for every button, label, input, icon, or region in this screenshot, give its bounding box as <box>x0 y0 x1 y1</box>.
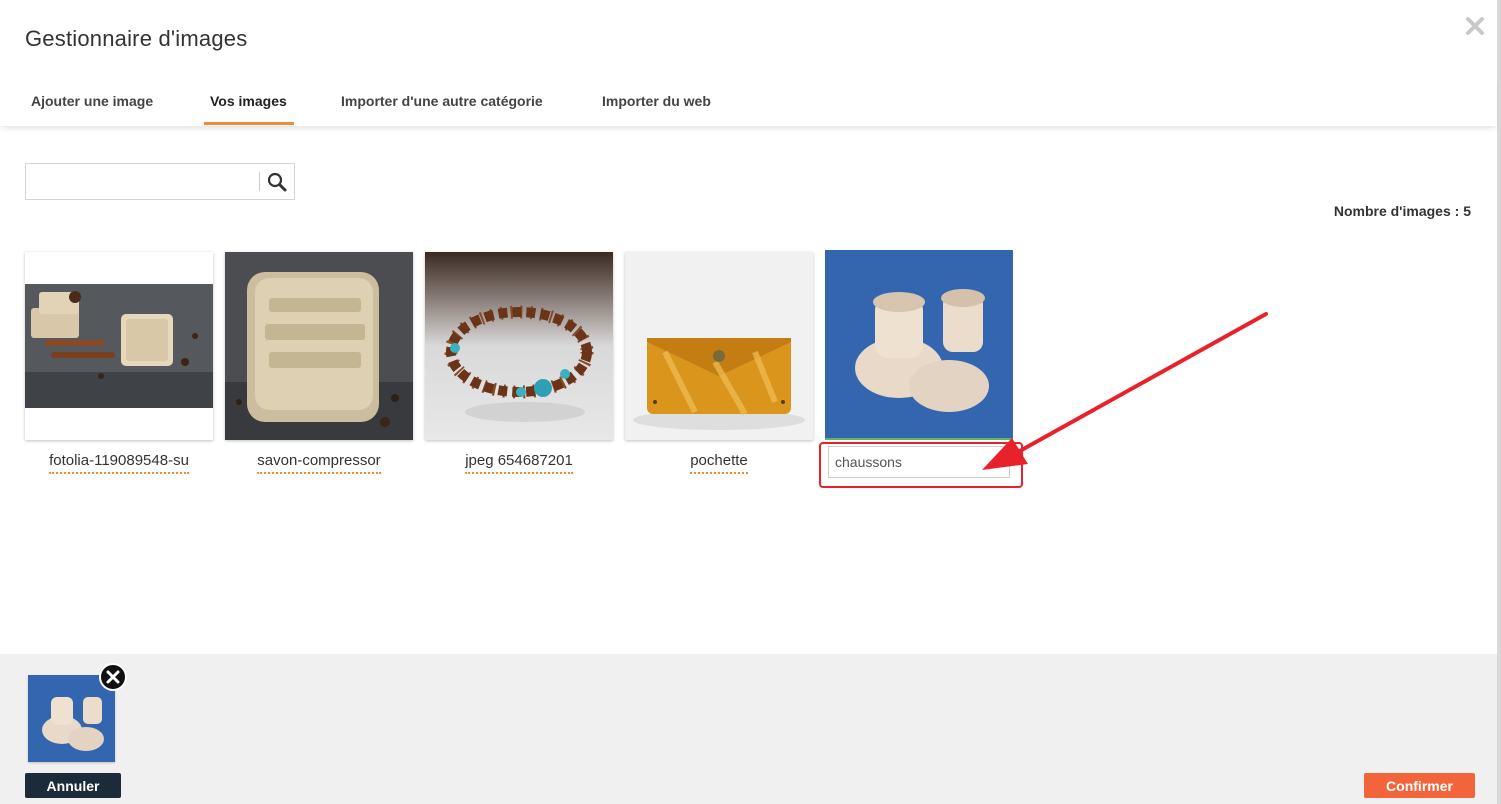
remove-icon[interactable] <box>99 663 127 691</box>
image-thumbnail <box>825 250 1013 438</box>
search-divider <box>259 172 260 191</box>
image-thumbnail <box>625 252 813 440</box>
active-tab-indicator <box>204 122 294 125</box>
search-input[interactable] <box>26 164 272 197</box>
tab-bar: Ajouter une image Vos images Importer d'… <box>0 78 1497 126</box>
tab-import-web[interactable]: Importer du web <box>602 93 711 109</box>
image-thumbnail <box>25 252 213 440</box>
image-card-savon[interactable] <box>225 252 413 440</box>
search-box <box>25 163 295 200</box>
caption-savon[interactable]: savon-compressor <box>225 452 413 474</box>
annotation-highlight <box>819 442 1023 488</box>
selected-indicator <box>825 438 1013 440</box>
tab-your-images[interactable]: Vos images <box>210 93 287 109</box>
image-card-fotolia[interactable] <box>25 252 213 440</box>
image-card-chaussons[interactable] <box>825 250 1013 438</box>
cancel-button[interactable]: Annuler <box>25 773 121 798</box>
tab-add-image[interactable]: Ajouter une image <box>31 93 153 109</box>
image-manager-dialog: Gestionnaire d'images Ajouter une image … <box>0 0 1501 804</box>
confirm-button[interactable]: Confirmer <box>1364 773 1475 798</box>
image-card-pochette[interactable] <box>625 252 813 440</box>
caption-fotolia[interactable]: fotolia-119089548-su <box>25 452 213 474</box>
caption-pochette[interactable]: pochette <box>625 452 813 474</box>
image-thumbnail <box>425 252 613 440</box>
search-icon[interactable] <box>266 171 288 193</box>
dialog-title: Gestionnaire d'images <box>25 26 248 51</box>
tab-import-category[interactable]: Importer d'une autre catégorie <box>341 93 543 109</box>
caption-bracelet[interactable]: jpeg 654687201 <box>425 452 613 474</box>
image-thumbnail <box>225 252 413 440</box>
image-count: Nombre d'images : 5 <box>1333 203 1471 219</box>
image-card-bracelet[interactable] <box>425 252 613 440</box>
close-icon[interactable] <box>1463 14 1487 38</box>
selection-footer <box>0 654 1497 804</box>
